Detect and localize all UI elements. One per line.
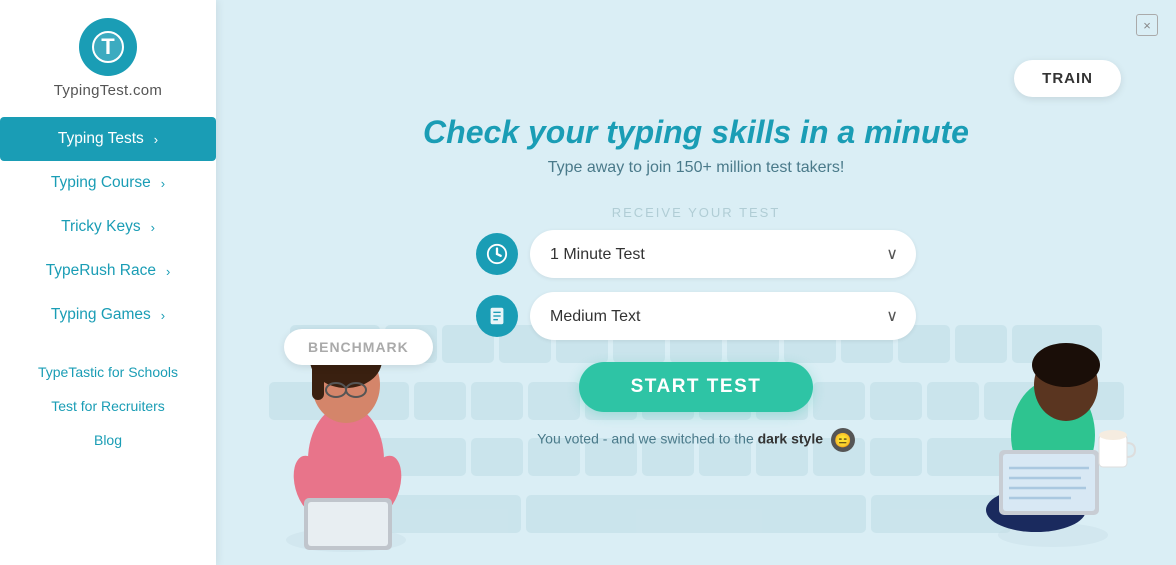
chevron-icon: › bbox=[161, 308, 165, 323]
text-type-dropdown-row: Medium Text Easy Text Hard Text Numbers … bbox=[476, 292, 916, 340]
chevron-icon: › bbox=[161, 176, 165, 191]
start-test-button[interactable]: START TEST bbox=[579, 362, 814, 412]
emoji-icon: 😑 bbox=[831, 428, 855, 452]
sidebar-item-recruiters[interactable]: Test for Recruiters bbox=[0, 389, 216, 423]
duration-dropdown-row: 1 Minute Test 2 Minute Test 3 Minute Tes… bbox=[476, 230, 916, 278]
benchmark-pill[interactable]: BENCHMARK bbox=[284, 329, 433, 365]
svg-text:T: T bbox=[101, 34, 115, 59]
logo-icon: T bbox=[79, 18, 137, 76]
train-pill[interactable]: TRAIN bbox=[1014, 60, 1121, 97]
duration-select[interactable]: 1 Minute Test 2 Minute Test 3 Minute Tes… bbox=[530, 230, 916, 278]
sidebar-nav: Typing Tests › Typing Course › Tricky Ke… bbox=[0, 117, 216, 457]
chevron-icon: › bbox=[166, 264, 170, 279]
sidebar-item-typerush-race[interactable]: TypeRush Race › bbox=[0, 249, 216, 293]
subheadline: Type away to join 150+ million test take… bbox=[548, 159, 845, 177]
vote-text: You voted - and we switched to the dark … bbox=[537, 428, 855, 452]
clock-icon bbox=[476, 233, 518, 275]
sidebar: T TypingTest.com Typing Tests › Typing C… bbox=[0, 0, 216, 565]
center-content: Check your typing skills in a minute Typ… bbox=[386, 113, 1006, 452]
sidebar-item-typing-tests[interactable]: Typing Tests › bbox=[0, 117, 216, 161]
sidebar-item-tricky-keys[interactable]: Tricky Keys › bbox=[0, 205, 216, 249]
sidebar-item-blog[interactable]: Blog bbox=[0, 423, 216, 457]
logo: T TypingTest.com bbox=[54, 18, 162, 99]
sidebar-item-typing-course[interactable]: Typing Course › bbox=[0, 161, 216, 205]
text-type-wrapper: Medium Text Easy Text Hard Text Numbers … bbox=[530, 292, 916, 340]
person-left-illustration bbox=[256, 220, 436, 565]
text-type-select[interactable]: Medium Text Easy Text Hard Text Numbers bbox=[530, 292, 916, 340]
receive-text: RECEIVE YOUR TEST bbox=[612, 205, 781, 220]
sidebar-item-typing-games[interactable]: Typing Games › bbox=[0, 293, 216, 337]
chevron-icon: › bbox=[151, 220, 155, 235]
document-icon bbox=[476, 295, 518, 337]
logo-text: TypingTest.com bbox=[54, 82, 162, 99]
sidebar-item-typetastic[interactable]: TypeTastic for Schools bbox=[0, 355, 216, 389]
main-content: × bbox=[216, 0, 1176, 565]
duration-wrapper: 1 Minute Test 2 Minute Test 3 Minute Tes… bbox=[530, 230, 916, 278]
close-button[interactable]: × bbox=[1136, 14, 1158, 36]
headline: Check your typing skills in a minute bbox=[423, 113, 969, 151]
dropdowns-container: 1 Minute Test 2 Minute Test 3 Minute Tes… bbox=[476, 230, 916, 340]
person-right-illustration bbox=[961, 250, 1146, 555]
chevron-icon: › bbox=[154, 132, 158, 147]
